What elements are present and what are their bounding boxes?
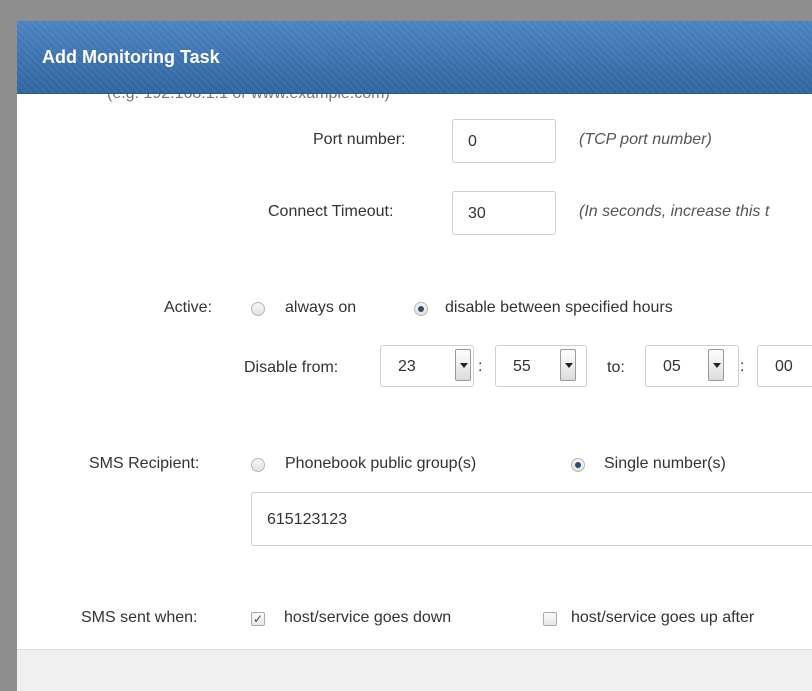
disable-to-minute-select[interactable]: 00	[757, 345, 812, 387]
active-disable-hours-label[interactable]: disable between specified hours	[445, 299, 673, 317]
disable-from-label: Disable from:	[244, 359, 339, 376]
chevron-down-icon[interactable]	[455, 349, 471, 381]
disable-to-label: to:	[607, 359, 625, 376]
active-always-on-radio[interactable]	[251, 302, 265, 316]
port-number-input[interactable]: 0	[452, 119, 556, 163]
disable-to-minute-value: 00	[775, 358, 793, 375]
chevron-down-icon[interactable]	[708, 349, 724, 381]
disable-from-hour-select[interactable]: 23	[380, 345, 474, 387]
host-up-label[interactable]: host/service goes up after	[571, 609, 754, 627]
host-down-label[interactable]: host/service goes down	[284, 609, 451, 627]
sms-recipient-label: SMS Recipient:	[89, 455, 200, 472]
time-separator: :	[478, 358, 483, 375]
port-number-hint: (TCP port number)	[579, 131, 712, 148]
active-always-on-label[interactable]: always on	[285, 299, 356, 317]
add-monitoring-task-dialog: Add Monitoring Task (e.g. 192.168.1.1 or…	[17, 21, 812, 691]
active-label: Active:	[164, 299, 213, 316]
dialog-title: Add Monitoring Task	[42, 47, 220, 67]
chevron-down-icon[interactable]	[560, 349, 576, 381]
connect-timeout-label: Connect Timeout:	[268, 203, 394, 220]
host-down-checkbox[interactable]: ✓	[251, 612, 265, 626]
connect-timeout-input[interactable]: 30	[452, 191, 556, 235]
disable-from-hour-value: 23	[398, 358, 416, 375]
host-up-checkbox[interactable]	[543, 612, 557, 626]
disable-to-hour-select[interactable]: 05	[645, 345, 739, 387]
sms-sent-when-label: SMS sent when:	[81, 609, 198, 626]
disable-from-minute-value: 55	[513, 358, 531, 375]
disable-from-minute-select[interactable]: 55	[495, 345, 587, 387]
phone-number-input[interactable]: 615123123	[251, 492, 812, 546]
disable-to-hour-value: 05	[663, 358, 681, 375]
dialog-header: Add Monitoring Task	[17, 21, 812, 94]
active-disable-hours-radio[interactable]	[414, 302, 428, 316]
dialog-footer	[17, 649, 812, 691]
time-separator: :	[740, 358, 745, 375]
phonebook-group-radio[interactable]	[251, 458, 265, 472]
port-number-label: Port number:	[313, 131, 406, 148]
single-number-radio[interactable]	[571, 458, 585, 472]
connect-timeout-hint: (In seconds, increase this t	[579, 203, 770, 220]
single-number-label[interactable]: Single number(s)	[604, 455, 726, 473]
phonebook-group-label[interactable]: Phonebook public group(s)	[285, 455, 476, 473]
